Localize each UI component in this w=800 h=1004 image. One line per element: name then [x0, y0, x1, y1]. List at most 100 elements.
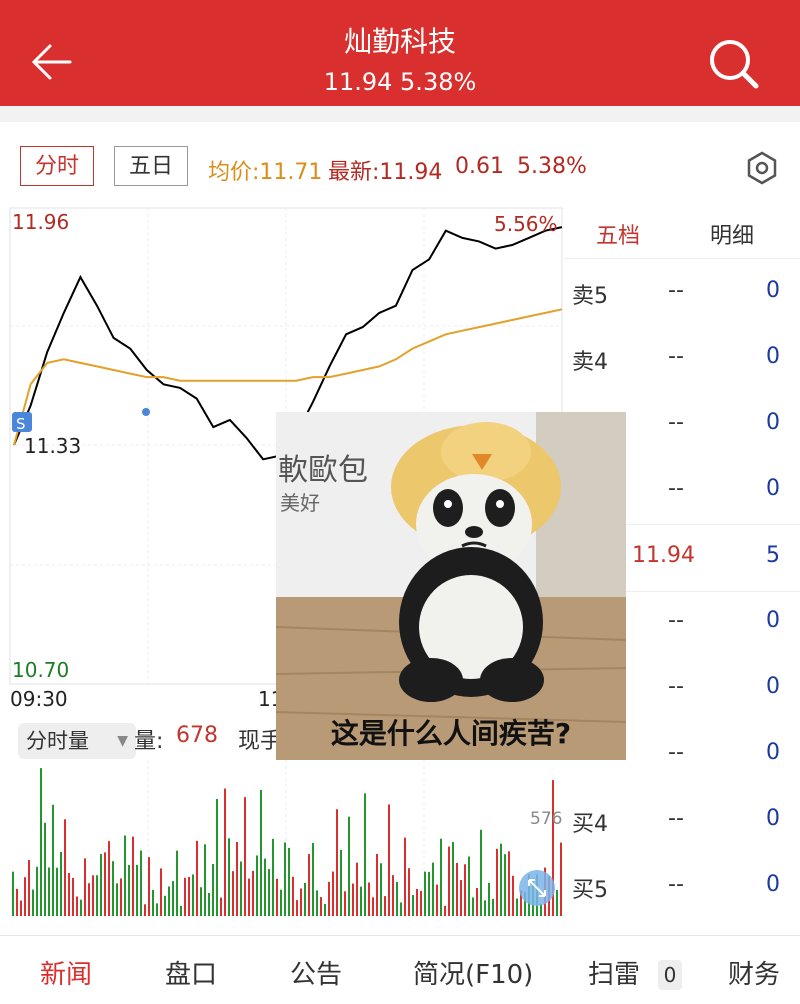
tab-five-levels[interactable]: 五档	[596, 218, 640, 250]
volume-bar	[40, 768, 42, 916]
volume-bar	[484, 900, 486, 916]
volume-bar	[72, 877, 74, 916]
volume-bar	[404, 837, 406, 916]
volume-bar	[60, 851, 62, 916]
volume-bar	[168, 886, 170, 916]
nav-f10-overview[interactable]: 简况(F10)	[413, 954, 533, 991]
latest-price: 最新:11.94	[328, 160, 443, 185]
order-row-price: --	[668, 806, 684, 831]
volume-bar	[136, 864, 138, 916]
volume-bar	[372, 897, 374, 916]
volume-side-label: 576	[530, 809, 562, 829]
volume-bar	[304, 882, 306, 916]
volume-bar	[492, 898, 494, 916]
settings-hexagon-icon[interactable]	[744, 150, 780, 186]
volume-bar	[32, 889, 34, 916]
order-row: 买5 -- 0	[564, 854, 800, 920]
volume-bar	[20, 900, 22, 916]
volume-bar	[204, 844, 206, 916]
price-change-pct: 5.38%	[517, 154, 587, 179]
volume-bar	[64, 819, 66, 916]
volume-bar	[48, 867, 50, 916]
volume-bar	[448, 846, 450, 916]
avg-price: 均价:11.71	[208, 160, 323, 185]
volume-value: 678	[176, 723, 218, 748]
volume-bar	[56, 867, 58, 916]
volume-bar	[336, 809, 338, 916]
meme-sticker-image: 軟歐包 美好 这是什么人间疾苦?	[276, 412, 626, 760]
volume-bar	[444, 905, 446, 916]
tab-intraday[interactable]: 分时	[20, 146, 94, 186]
volume-bar	[224, 788, 226, 916]
volume-bar	[320, 897, 322, 916]
nav-news[interactable]: 新闻	[40, 954, 92, 991]
volume-bar	[340, 849, 342, 916]
nav-risk-scan[interactable]: 扫雷	[588, 954, 640, 991]
volume-bar	[332, 871, 334, 916]
search-icon[interactable]	[706, 38, 762, 90]
volume-bar	[540, 903, 542, 916]
stock-name: 灿勤科技	[343, 25, 456, 58]
order-row-price: --	[668, 608, 684, 633]
volume-bar	[92, 875, 94, 916]
volume-bar	[272, 838, 274, 916]
volume-bar	[556, 889, 558, 916]
background-text-1: 軟歐包	[278, 453, 368, 488]
volume-bar	[328, 881, 330, 916]
price-change: 0.61	[455, 154, 504, 179]
order-row-price: --	[668, 674, 684, 699]
volume-bar	[244, 797, 246, 916]
order-row-volume: 0	[766, 476, 780, 501]
volume-bar	[432, 862, 434, 916]
volume-bar	[352, 883, 354, 916]
volume-bar	[424, 871, 426, 916]
volume-bar	[344, 891, 346, 916]
volume-bar	[500, 843, 502, 916]
volume-bar	[160, 868, 162, 916]
volume-bar	[456, 862, 458, 916]
volume-bar	[436, 884, 438, 916]
volume-bar	[192, 874, 194, 916]
tab-detail[interactable]: 明细	[710, 218, 754, 250]
order-row-volume: 0	[766, 740, 780, 765]
volume-bar	[220, 897, 222, 916]
order-row-label: 卖4	[572, 350, 608, 375]
volume-bar	[52, 804, 54, 916]
volume-bar	[296, 900, 298, 916]
volume-bar	[16, 888, 18, 916]
volume-bar	[240, 861, 242, 916]
time-start-label: 09:30	[10, 687, 68, 710]
volume-bar	[356, 862, 358, 916]
volume-bar	[468, 856, 470, 916]
volume-bar	[416, 889, 418, 916]
nav-announcements[interactable]: 公告	[290, 954, 342, 991]
volume-bar	[412, 895, 414, 916]
volume-bar	[364, 793, 366, 916]
volume-bar	[68, 873, 70, 916]
volume-bar	[164, 895, 166, 916]
volume-type-dropdown[interactable]: 分时量 ▼	[18, 723, 136, 759]
volume-bar-chart: 576	[10, 760, 566, 916]
volume-bar	[480, 829, 482, 916]
risk-scan-badge: 0	[658, 960, 682, 990]
volume-bar	[12, 871, 14, 916]
volume-bar	[392, 875, 394, 916]
volume-bar	[360, 886, 362, 916]
volume-bar	[44, 822, 46, 916]
volume-bar	[316, 890, 318, 916]
tab-five-day[interactable]: 五日	[114, 146, 188, 186]
volume-bar	[276, 878, 278, 916]
volume-bar	[248, 878, 250, 916]
y-axis-pct-label: 5.56%	[494, 212, 558, 236]
sticker-caption: 这是什么人间疾苦?	[330, 717, 572, 750]
nav-order-book[interactable]: 盘口	[165, 954, 217, 991]
volume-bar	[180, 905, 182, 916]
header-divider	[0, 106, 800, 122]
order-row-label: 买5	[572, 878, 608, 903]
volume-bar	[124, 835, 126, 916]
volume-bar	[312, 842, 314, 916]
order-row-price: 11.94	[632, 543, 695, 568]
order-row-volume: 0	[766, 410, 780, 435]
volume-bar	[368, 882, 370, 916]
nav-financials[interactable]: 财务	[728, 954, 780, 991]
